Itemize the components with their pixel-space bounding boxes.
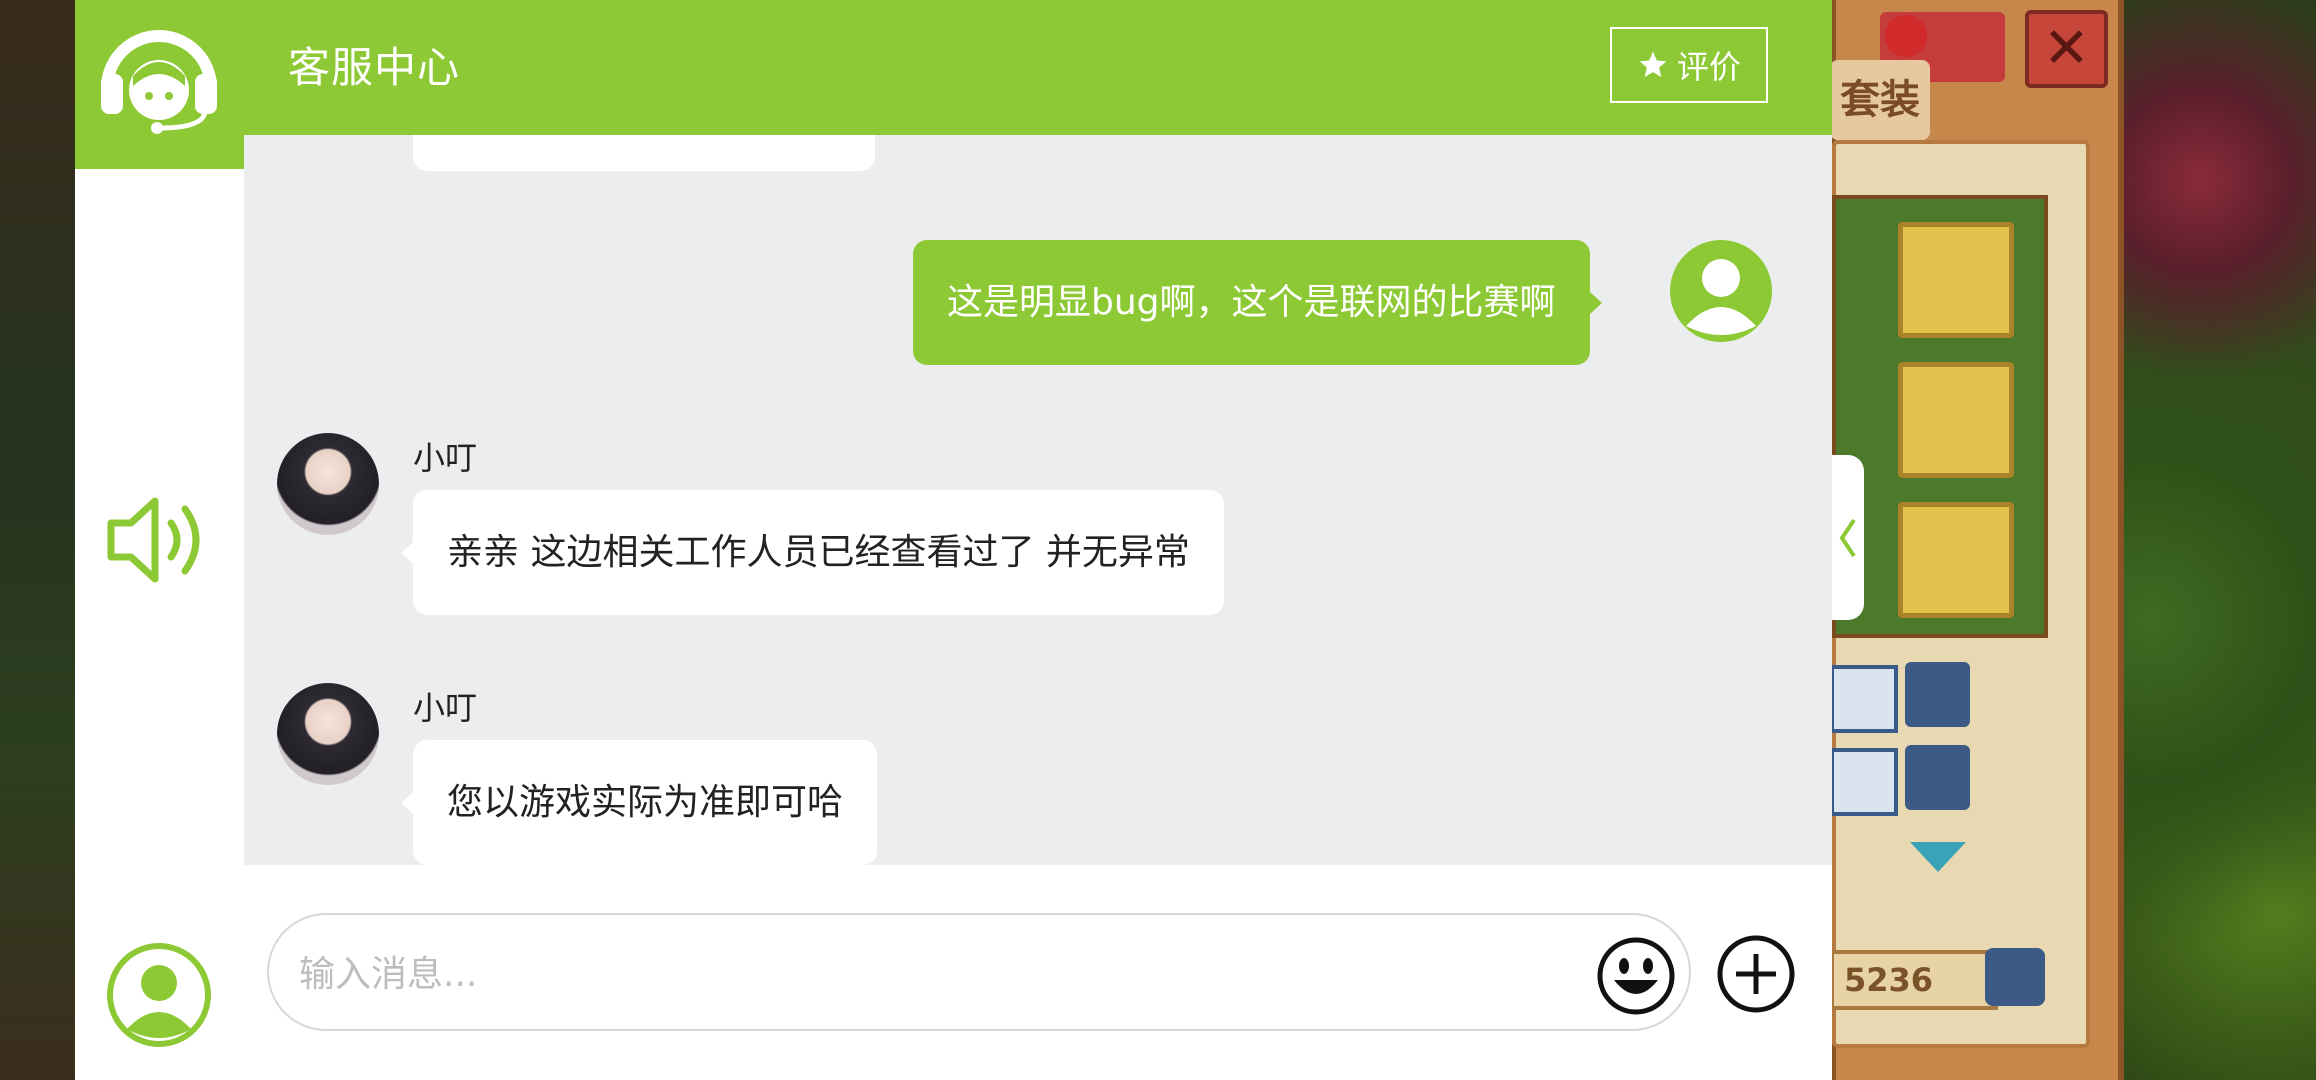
user-message-bubble: 这是明显bug啊，这个是联网的比赛啊 xyxy=(913,240,1602,365)
agent-avatar xyxy=(277,683,379,785)
chevron-left-icon xyxy=(1839,518,1856,557)
message-input-box xyxy=(267,913,1691,1031)
speaker-icon xyxy=(107,497,200,583)
add-attachment-button[interactable] xyxy=(1716,934,1796,1014)
game-close-icon[interactable]: ✕ xyxy=(2025,10,2108,88)
rate-button[interactable]: 评价 xyxy=(1610,27,1768,103)
collapse-tab[interactable] xyxy=(1832,455,1864,620)
game-edit-icon xyxy=(1905,662,1970,727)
customer-service-window: 客服中心 评价 这是明显bug啊，这个是联网的比赛啊 小叮 亲亲 这边相关工作人… xyxy=(75,0,1832,1080)
logo xyxy=(75,0,244,169)
game-notification-dot xyxy=(1885,15,1927,57)
agent-avatar xyxy=(277,433,379,535)
user-icon xyxy=(1686,259,1756,335)
game-slot-weapon xyxy=(1898,222,2014,338)
headset-icon xyxy=(101,30,217,134)
emoji-button[interactable] xyxy=(1596,936,1676,1016)
game-slot-boots xyxy=(1898,502,2014,618)
user-icon xyxy=(113,949,205,1041)
emoji-icon xyxy=(1597,937,1675,1015)
page-title: 客服中心 xyxy=(288,43,461,92)
sidebar xyxy=(75,0,244,1080)
rate-label: 评价 xyxy=(1676,48,1741,86)
my-profile-button[interactable] xyxy=(107,943,211,1047)
game-suit-tag: 套装 xyxy=(1830,60,1930,140)
agent-name: 小叮 xyxy=(413,439,478,477)
game-coin-icon xyxy=(1985,948,2045,1006)
game-dropdown-icon xyxy=(1910,842,1966,872)
game-name-field xyxy=(1830,748,1898,816)
game-slot-accessory xyxy=(1898,362,2014,478)
game-edit-icon xyxy=(1905,745,1970,810)
agent-message-bubble: 您以游戏实际为准即可哈 xyxy=(400,740,878,865)
star-icon xyxy=(1639,51,1667,77)
agent-message-bubble: 亲亲 这边相关工作人员已经查看过了 并无异常 xyxy=(401,490,1224,615)
game-coin-value: 5236 xyxy=(1830,950,1998,1010)
plus-icon xyxy=(1717,935,1795,1013)
agent-name: 小叮 xyxy=(413,689,478,727)
message-input[interactable] xyxy=(297,935,1501,1013)
header: 客服中心 评价 xyxy=(244,0,1832,135)
game-name-field xyxy=(1830,665,1898,733)
message-bubble-partial xyxy=(413,135,875,171)
voice-toggle[interactable] xyxy=(103,485,213,599)
user-avatar xyxy=(1670,240,1772,342)
chat-messages[interactable]: 这是明显bug啊，这个是联网的比赛啊 小叮 亲亲 这边相关工作人员已经查看过了 … xyxy=(244,135,1832,865)
game-left-strip xyxy=(0,0,75,1080)
